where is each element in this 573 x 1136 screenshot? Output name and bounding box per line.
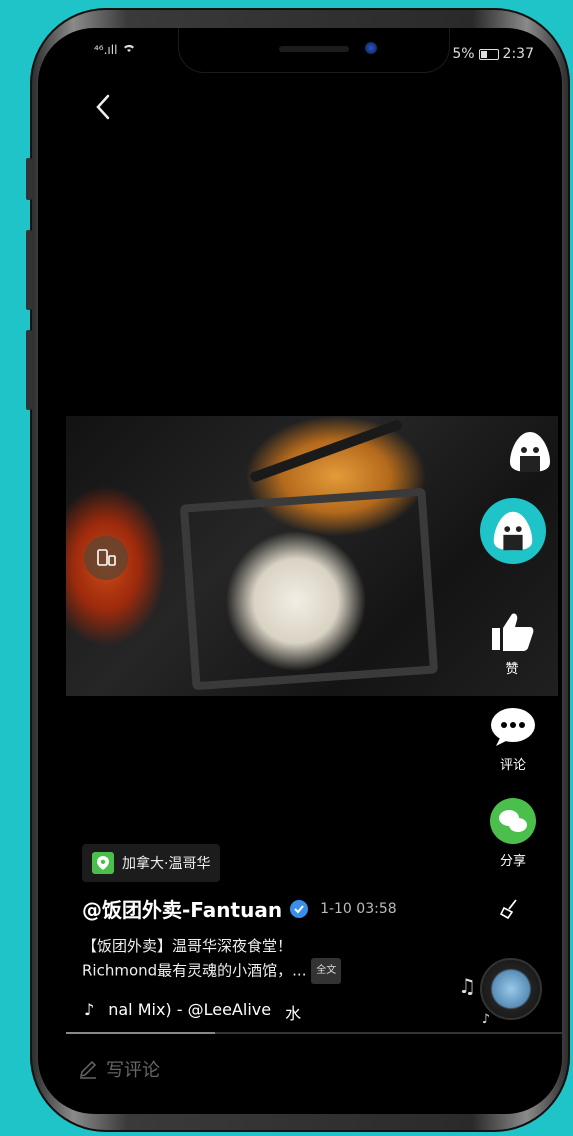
mute-switch [26,158,32,200]
post-time: 1-10 03:58 [320,900,397,917]
comment-input[interactable]: 写评论 [78,1056,160,1082]
back-button[interactable] [88,90,122,124]
share-wechat-icon [490,798,536,844]
share-button[interactable]: 分享 [490,798,536,869]
video-chopstick [249,418,403,484]
comment-placeholder: 写评论 [106,1060,160,1081]
location-icon [92,852,114,874]
signal-indicator: ⁴⁶.ıll [94,42,137,57]
creator-avatar[interactable] [480,498,546,564]
description-line-1: 【饭团外卖】温哥华深夜食堂！ [82,937,293,955]
like-button[interactable]: 赞 [490,610,534,677]
comment-icon [491,708,535,746]
comment-label: 评论 [499,758,526,773]
location-tag[interactable]: 加拿大·温哥华 [82,844,221,882]
music-title: nal Mix) - @LeeAlive [108,1000,272,1019]
share-label: 分享 [499,854,526,869]
music-note-icon: ♫ [458,974,476,998]
comment-button[interactable]: 评论 [490,706,536,773]
notch [178,28,450,73]
volume-down-button [26,330,32,410]
screen: ⁴⁶.ıll 5% 2:37 赞 评论 分享 ♫ ♪ 加拿大·温哥华 @饭团外卖… [38,28,562,1114]
speaker [279,46,349,52]
wifi-icon [124,44,135,52]
edit-icon [79,1060,97,1079]
rotate-screen-button[interactable] [84,536,128,580]
video-dish [179,487,439,691]
clear-screen-button[interactable] [498,898,520,924]
like-label: 赞 [505,662,519,677]
music-ticker[interactable]: ♪ nal Mix) - @LeeAlive 水 [84,1000,301,1024]
clock: 2:37 [502,46,534,62]
creator-mini-avatar[interactable] [504,426,556,478]
show-more-button[interactable]: 全文 [311,958,342,984]
video-progress-bar[interactable] [66,1032,562,1034]
signal-text: ⁴⁶.ıll [94,43,118,57]
video-progress-fill [66,1032,215,1034]
onigiri-icon [510,432,550,472]
verified-icon [290,899,309,918]
music-note-inline-icon: ♪ [84,1000,95,1019]
account-name[interactable]: @饭团外卖-Fantuan [82,894,282,923]
onigiri-avatar-icon [493,511,533,551]
description-line-2: Richmond最有灵魂的小酒馆，... [82,961,307,980]
status-right: 5% 2:37 [452,46,534,62]
post-description: 【饭团外卖】温哥华深夜食堂！ Richmond最有灵魂的小酒馆，... 全文 [82,934,412,984]
front-camera [365,42,377,54]
volume-up-button [26,230,32,310]
rotate-icon [97,549,116,566]
music-note-small-icon: ♪ [481,1012,490,1027]
back-icon [96,94,110,120]
battery-icon [478,48,499,60]
music-title-trailing: 水 [285,1004,302,1023]
video-player[interactable] [66,416,558,696]
like-icon [492,613,534,651]
battery-percent: 5% [452,46,475,62]
location-label: 加拿大·温哥华 [122,856,211,872]
broom-icon [499,899,517,920]
music-disc-button[interactable] [480,958,542,1020]
post-header: @饭团外卖-Fantuan 1-10 03:58 [82,894,397,923]
